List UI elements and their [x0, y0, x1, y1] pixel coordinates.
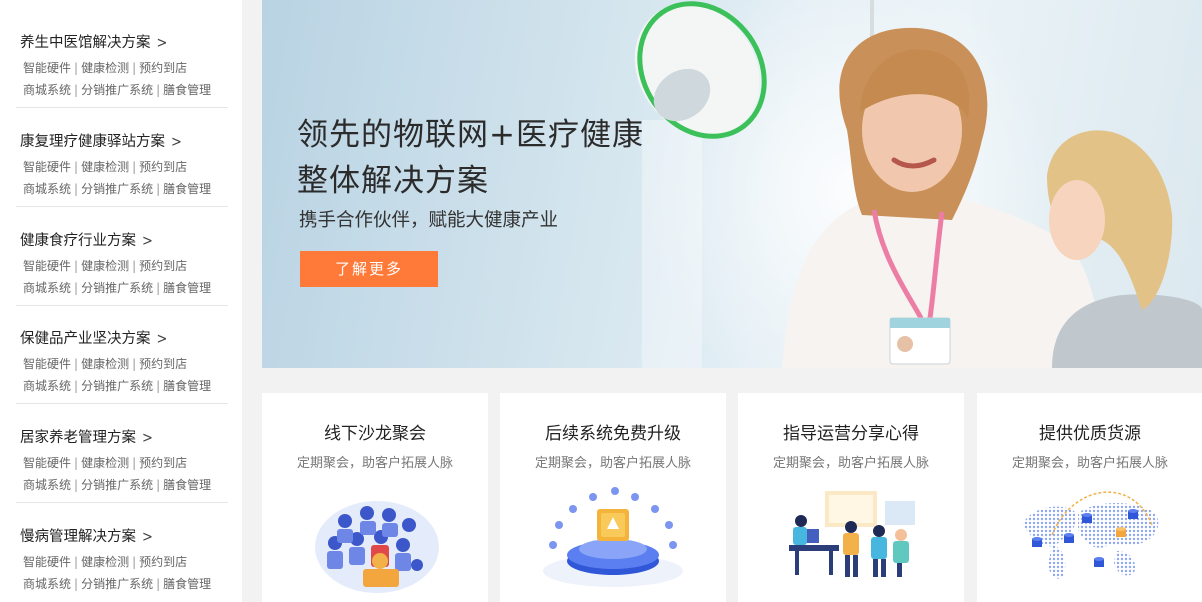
- sidebar-group-title[interactable]: 养生中医馆解决方案 >: [20, 31, 167, 52]
- sidebar-link[interactable]: 膳食管理: [163, 478, 211, 492]
- learn-more-button[interactable]: 了解更多: [300, 251, 438, 287]
- sidebar-link[interactable]: 商城系统: [23, 83, 71, 97]
- sidebar-link[interactable]: 预约到店: [139, 555, 187, 569]
- sidebar-link[interactable]: 膳食管理: [163, 577, 211, 591]
- sidebar-link[interactable]: 健康检测: [81, 61, 129, 75]
- feature-card[interactable]: 提供优质货源 定期聚会，助客户拓展人脉: [977, 393, 1202, 602]
- sidebar-group: 保健品产业坚决方案 > 智能硬件 | 健康检测 | 预约到店 商城系统 | 分销推广系统 | 膳食…: [16, 305, 228, 404]
- team-meeting-illustration: [789, 491, 915, 577]
- hero-title: 领先的物联网+医疗健康 整体解决方案: [297, 117, 644, 199]
- sidebar-link[interactable]: 分销推广系统: [81, 577, 153, 591]
- chevron-right-icon: >: [142, 429, 153, 448]
- sidebar-link[interactable]: 膳食管理: [163, 281, 211, 295]
- sidebar-link[interactable]: 智能硬件: [23, 555, 71, 569]
- sidebar-group: 养生中医馆解决方案 > 智能硬件 | 健康检测 | 预约到店 商城系统 | 分销推广系统 | 膳食…: [16, 9, 228, 108]
- sidebar-link[interactable]: 预约到店: [139, 456, 187, 470]
- sidebar-group: 康复理疗健康驿站方案 > 智能硬件 | 健康检测 | 预约到店 商城系统 | 分销推广系统 | 膳…: [16, 108, 228, 207]
- feature-card[interactable]: 指导运营分享心得 定期聚会，助客户拓展人脉: [738, 393, 964, 602]
- feature-title: 线下沙龙聚会: [324, 424, 426, 444]
- sidebar-group: 居家养老管理方案 > 智能硬件 | 健康检测 | 预约到店 商城系统 | 分销推广系统 | 膳食管…: [16, 404, 228, 503]
- sidebar-link[interactable]: 健康检测: [81, 555, 129, 569]
- sidebar-link[interactable]: 分销推广系统: [81, 182, 153, 196]
- sidebar-link[interactable]: 商城系统: [23, 281, 71, 295]
- feature-title: 提供优质货源: [1039, 424, 1141, 444]
- sidebar-group-title[interactable]: 居家养老管理方案 >: [20, 426, 153, 447]
- sidebar-group-title[interactable]: 保健品产业坚决方案 >: [20, 327, 167, 348]
- sidebar-link[interactable]: 预约到店: [139, 160, 187, 174]
- sidebar-link[interactable]: 预约到店: [139, 259, 187, 273]
- feature-desc: 定期聚会，助客户拓展人脉: [296, 456, 453, 471]
- sidebar-link[interactable]: 健康检测: [81, 456, 129, 470]
- chevron-right-icon: >: [156, 330, 168, 349]
- sidebar-link[interactable]: 智能硬件: [23, 160, 71, 174]
- world-map-illustration: [1022, 491, 1159, 579]
- sidebar-link[interactable]: 智能硬件: [23, 357, 71, 371]
- sidebar-link[interactable]: 分销推广系统: [81, 83, 153, 97]
- sidebar-link[interactable]: 分销推广系统: [81, 281, 153, 295]
- sidebar-group-title[interactable]: 健康食疗行业方案 >: [20, 229, 153, 250]
- exam-lamp-icon: [634, 0, 874, 139]
- sidebar-link[interactable]: 膳食管理: [163, 83, 211, 97]
- feature-card[interactable]: 线下沙龙聚会 定期聚会，助客户拓展人脉: [262, 393, 488, 602]
- sidebar-link[interactable]: 预约到店: [139, 357, 187, 371]
- sidebar-link[interactable]: 膳食管理: [163, 182, 211, 196]
- sidebar-link[interactable]: 膳食管理: [163, 379, 211, 393]
- feature-title: 后续系统免费升级: [545, 424, 681, 444]
- sidebar-link[interactable]: 健康检测: [81, 160, 129, 174]
- hero-banner[interactable]: 领先的物联网+医疗健康 整体解决方案 携手合作伙伴，赋能大健康产业 了解更多: [262, 0, 1202, 368]
- sidebar-link[interactable]: 智能硬件: [23, 61, 71, 75]
- sidebar-link[interactable]: 智能硬件: [23, 456, 71, 470]
- sidebar-link[interactable]: 商城系统: [23, 379, 71, 393]
- sidebar-group: 健康食疗行业方案 > 智能硬件 | 健康检测 | 预约到店 商城系统 | 分销推广系统 | 膳食管…: [16, 207, 228, 306]
- chevron-right-icon: >: [142, 528, 153, 547]
- sidebar-link[interactable]: 健康检测: [81, 259, 129, 273]
- sidebar-link[interactable]: 预约到店: [139, 61, 187, 75]
- crowd-illustration: [315, 501, 439, 593]
- sidebar-link[interactable]: 分销推广系统: [81, 379, 153, 393]
- sidebar-link[interactable]: 商城系统: [23, 182, 71, 196]
- feature-title: 指导运营分享心得: [783, 424, 919, 444]
- sidebar-link[interactable]: 分销推广系统: [81, 478, 153, 492]
- chevron-right-icon: >: [156, 34, 168, 53]
- feature-desc: 定期聚会，助客户拓展人脉: [772, 456, 929, 471]
- feature-card[interactable]: 后续系统免费升级 定期聚会，助客户拓展人脉: [500, 393, 726, 602]
- solutions-sidebar: 养生中医馆解决方案 > 智能硬件 | 健康检测 | 预约到店 商城系统 | 分销推广系统 | 膳食…: [0, 0, 242, 602]
- chevron-right-icon: >: [171, 133, 182, 152]
- sidebar-group-title[interactable]: 康复理疗健康驿站方案 >: [20, 130, 182, 151]
- feature-desc: 定期聚会，助客户拓展人脉: [534, 456, 691, 471]
- chevron-right-icon: >: [142, 232, 153, 251]
- child-figure: [1047, 130, 1202, 368]
- sidebar-group-title[interactable]: 慢病管理解决方案 >: [20, 525, 153, 546]
- sidebar-link[interactable]: 商城系统: [23, 478, 71, 492]
- feature-desc: 定期聚会，助客户拓展人脉: [1011, 456, 1168, 471]
- sidebar-link[interactable]: 商城系统: [23, 577, 71, 591]
- sidebar-group: 慢病管理解决方案 > 智能硬件 | 健康检测 | 预约到店 商城系统 | 分销推广系统 | 膳食管…: [16, 503, 228, 602]
- hero-subtitle: 携手合作伙伴，赋能大健康产业: [299, 210, 559, 231]
- sidebar-link[interactable]: 健康检测: [81, 357, 129, 371]
- sidebar-link[interactable]: 智能硬件: [23, 259, 71, 273]
- platform-upgrade-illustration: [543, 487, 683, 587]
